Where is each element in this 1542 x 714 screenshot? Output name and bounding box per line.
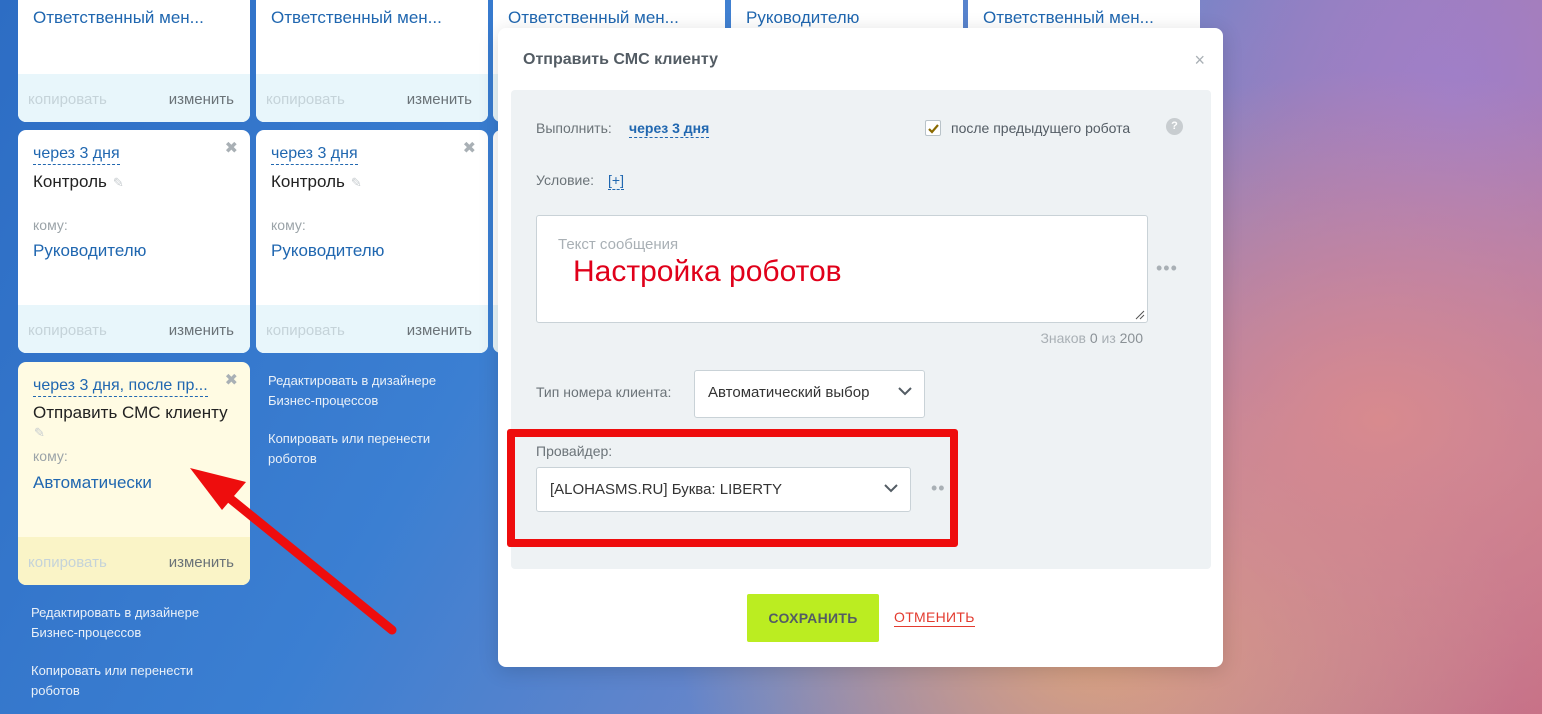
annotation-arrow-icon — [190, 468, 397, 635]
